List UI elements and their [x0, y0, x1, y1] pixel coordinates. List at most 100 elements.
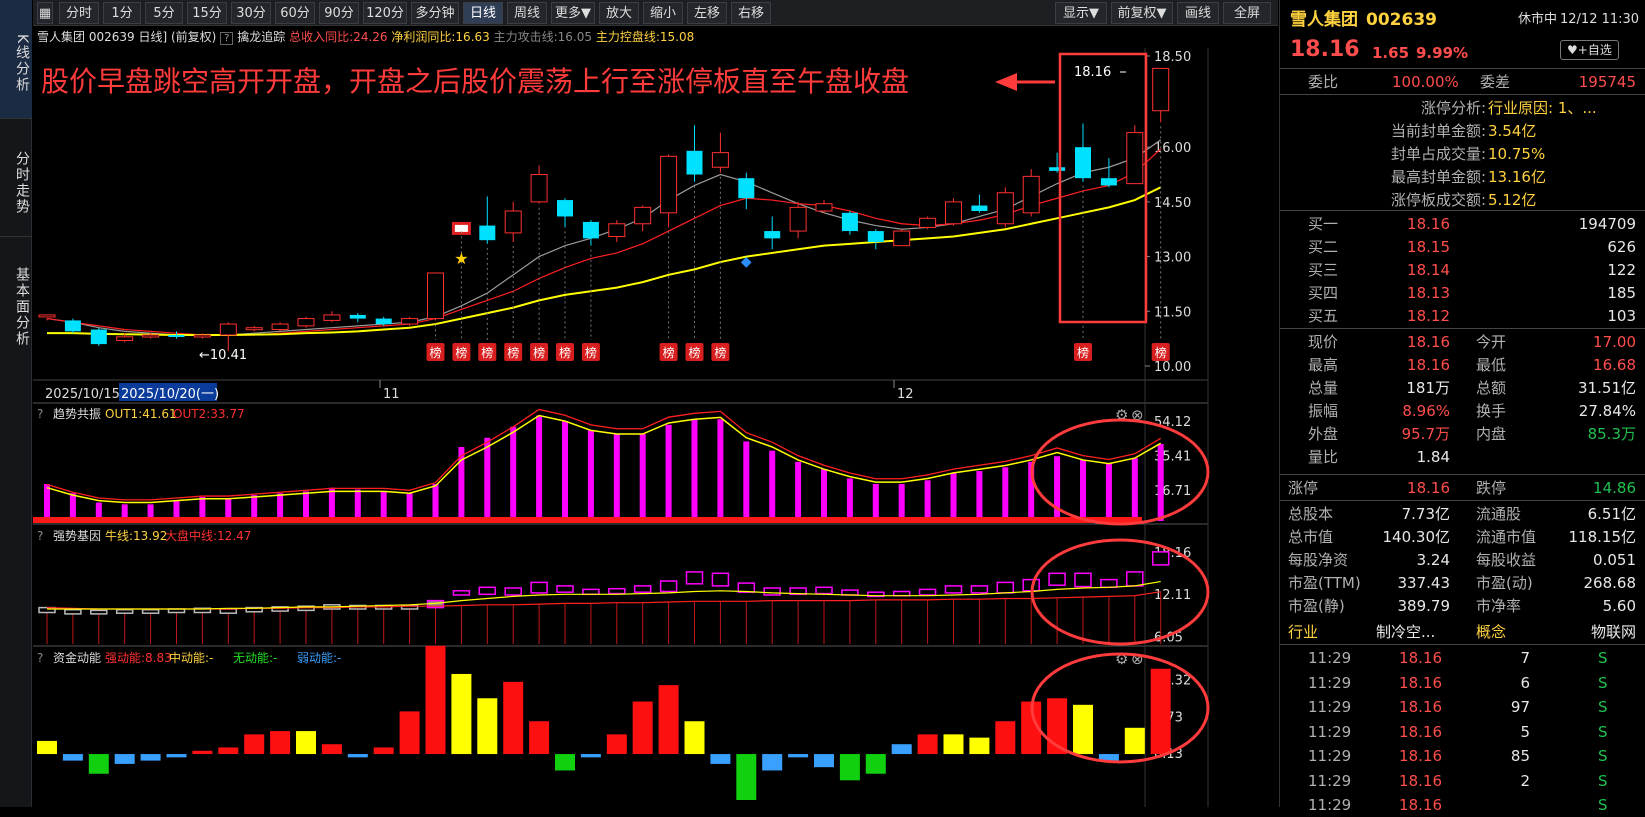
fundamental-label: 市盈(TTM) [1288, 574, 1361, 592]
candle-up [504, 210, 522, 234]
bang-badge-label: 榜 [455, 345, 467, 360]
energy-bar [321, 744, 342, 755]
btn-5min[interactable]: 5分 [145, 2, 183, 24]
fundamental-value: 3.24 [1416, 551, 1450, 569]
grid-icon[interactable]: ▦ [37, 2, 53, 24]
btn-15min[interactable]: 15分 [187, 2, 227, 24]
quote-label: 外盘 [1308, 425, 1339, 443]
energy-bar [710, 754, 731, 764]
btn-120min[interactable]: 120分 [363, 2, 407, 24]
candle-up [38, 314, 56, 318]
price-callout: 18.16 [1074, 65, 1111, 80]
candle-up [893, 230, 911, 247]
btn-draw[interactable]: 画线 [1177, 2, 1219, 24]
quote-row: 振幅 8.96% 换手 27.84% [1280, 399, 1645, 423]
tick-volume: 2 [1520, 771, 1530, 790]
energy-bar [969, 737, 990, 755]
bang-badge-label: 榜 [429, 345, 441, 360]
candle-up [1152, 67, 1170, 112]
tab-fundamental[interactable]: 基本面分析 [0, 236, 32, 366]
btn-shift-right[interactable]: 右移 [731, 2, 771, 24]
limit-info-label: 封单占成交量: [1390, 145, 1486, 163]
fundamental-label: 市盈(静) [1288, 597, 1345, 615]
energy-bar [839, 754, 860, 781]
quote-value: 18.16 [1407, 333, 1450, 351]
tick-side: S [1598, 747, 1608, 765]
candle-up [945, 201, 962, 225]
fundamental-label: 市净率 [1476, 597, 1522, 615]
btn-multi-min[interactable]: 多分钟 [411, 2, 459, 24]
limit-info-row: 封单占成交量: 10.75% [1280, 142, 1645, 166]
btn-more[interactable]: 更多▼ [551, 2, 595, 24]
indicator-name: 资金动能 [53, 650, 101, 665]
tick-price: 18.16 [1399, 771, 1442, 790]
candle-up [193, 334, 211, 338]
gene-box [219, 608, 238, 614]
tick-time: 11:29 [1308, 698, 1352, 716]
industry-value[interactable]: 制冷空... [1376, 620, 1435, 644]
date-label: 2025/10/15 [45, 387, 120, 402]
fundamental-label: 每股净资 [1288, 551, 1349, 569]
tab-kline[interactable]: K线分析 [0, 0, 32, 118]
quote-label: 总额 [1476, 379, 1507, 397]
energy-bar [451, 673, 472, 755]
btn-90min[interactable]: 90分 [319, 2, 359, 24]
arrow-head-icon [995, 73, 1017, 91]
btn-daily[interactable]: 日线 [463, 2, 503, 24]
fundamental-label: 流通市值 [1476, 528, 1537, 546]
btn-adjust[interactable]: 前复权▼ [1111, 2, 1173, 24]
btn-display[interactable]: 显示▼ [1055, 2, 1107, 24]
btn-fullscreen[interactable]: 全屏 [1223, 2, 1271, 24]
month-label: 12 [897, 387, 914, 402]
trend-bar [821, 469, 827, 521]
concept-value[interactable]: 物联网 [1591, 620, 1636, 644]
fundamental-value: 268.68 [1583, 574, 1637, 592]
tab-intraday[interactable]: 分时走势 [0, 118, 32, 236]
btn-zoom-in[interactable]: 放大 [599, 2, 639, 24]
candle-up [608, 223, 626, 238]
energy-bar [140, 754, 161, 761]
energy-bar [529, 721, 550, 755]
bid-row: 买五 18.12 103 [1280, 304, 1645, 328]
quote-value: 95.7万 [1401, 425, 1450, 443]
fundamental-row: 总股本 7.73亿 流通股 6.51亿 [1280, 502, 1645, 526]
trend-bar [484, 437, 491, 521]
indicator-name[interactable]: 擒龙追踪 [237, 30, 285, 44]
quote-label: 现价 [1308, 333, 1339, 351]
limit-info-row: 当前封单金额: 3.54亿 [1280, 119, 1645, 143]
annotation-text: 股价早盘跳空高开开盘，开盘之后股价震荡上行至涨停板直至午盘收盘 [41, 65, 909, 98]
fundamental-row: 市盈(TTM) 337.43 市盈(动) 268.68 [1280, 571, 1645, 595]
energy-bar [114, 754, 135, 764]
candle-up [711, 152, 729, 168]
btn-fenshi[interactable]: 分时 [59, 2, 99, 24]
weibi-label: 委比 [1308, 73, 1339, 91]
btn-weekly[interactable]: 周线 [507, 2, 547, 24]
gene-box [763, 587, 781, 596]
btn-shift-left[interactable]: 左移 [687, 2, 727, 24]
limit-down-label: 跌停 [1476, 479, 1507, 497]
stock-code: 002639 [1366, 10, 1437, 30]
candle-up [530, 174, 548, 203]
btn-1min[interactable]: 1分 [103, 2, 141, 24]
trend-bar [1002, 467, 1009, 521]
quote-value: 27.84% [1578, 402, 1636, 420]
energy-bar [88, 754, 109, 774]
limit-info-value: 10.75% [1488, 145, 1546, 163]
add-watchlist-button[interactable]: ♥+自选 [1560, 40, 1619, 60]
help-icon: ? [37, 529, 43, 543]
tick-row: 11:29 18.16 5 S [1280, 720, 1645, 744]
candle-down [686, 150, 703, 175]
candle-down [764, 231, 781, 239]
btn-zoom-out[interactable]: 缩小 [643, 2, 683, 24]
btn-60min[interactable]: 60分 [275, 2, 315, 24]
candle-down [841, 212, 858, 232]
trend-bar [1157, 444, 1164, 521]
bid-price: 18.16 [1407, 215, 1450, 233]
trend-bar [69, 493, 76, 521]
gene-box [115, 608, 134, 614]
help-icon[interactable]: ? [220, 32, 234, 45]
kline-chart[interactable]: 18.5016.0014.5013.0011.5010.00榜榜榜榜榜榜榜榜榜榜… [33, 48, 1278, 807]
btn-30min[interactable]: 30分 [231, 2, 271, 24]
tick-side: S [1598, 771, 1608, 790]
gene-box [892, 590, 911, 597]
